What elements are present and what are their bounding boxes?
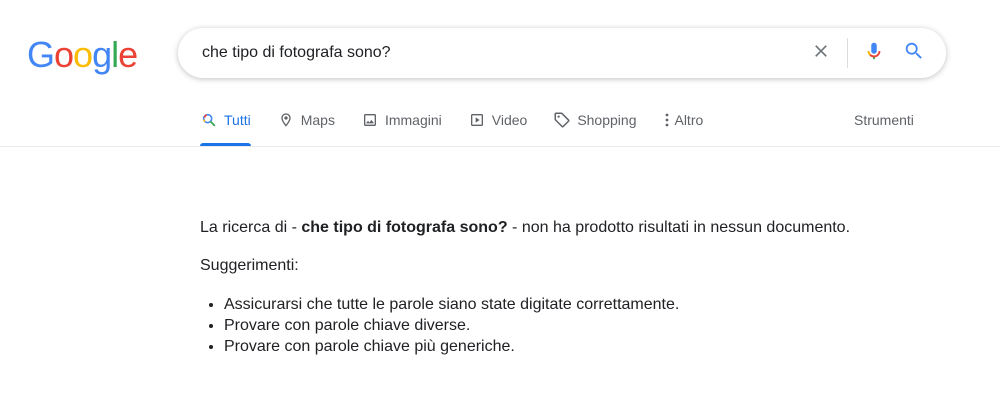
search-button[interactable] — [894, 33, 934, 73]
suggestion-item: Assicurarsi che tutte le parole siano st… — [224, 294, 960, 315]
play-icon — [468, 111, 486, 129]
suggestion-item: Provare con parole chiave diverse. — [224, 315, 960, 336]
tab-label: Shopping — [577, 112, 637, 128]
no-results-text: La ricerca di - che tipo di fotografa so… — [200, 218, 960, 238]
clear-button[interactable] — [801, 33, 841, 73]
search-results-page: Google che tipo di fotografa sono? Tutti… — [0, 0, 1000, 400]
tools-label: Strumenti — [854, 112, 914, 128]
tabs-divider — [0, 146, 1000, 147]
search-box-divider — [847, 38, 848, 68]
tab-shopping[interactable]: Shopping — [553, 104, 636, 136]
google-logo[interactable]: Google — [27, 33, 138, 77]
tab-label: Video — [491, 112, 528, 128]
search-tabs: Tutti Maps Immagini Video Shopping Altro — [200, 104, 729, 146]
more-vertical-icon — [662, 111, 672, 129]
tab-maps[interactable]: Maps — [277, 104, 335, 136]
tab-label: Altro — [674, 112, 704, 128]
suggestion-item: Provare con parole chiave più generiche. — [224, 336, 960, 357]
close-icon — [811, 41, 831, 66]
suggestions-list: Assicurarsi che tutte le parole siano st… — [200, 294, 960, 357]
search-input[interactable] — [200, 27, 801, 79]
tab-label: Maps — [300, 112, 335, 128]
suggestions-title: Suggerimenti: — [200, 257, 299, 274]
logo-letter: g — [92, 34, 112, 75]
image-icon — [361, 111, 379, 129]
logo-letter: o — [73, 34, 93, 75]
microphone-icon — [863, 40, 885, 67]
tab-video[interactable]: Video — [468, 104, 528, 136]
no-results-query: che tipo di fotografa sono? — [301, 219, 508, 236]
search-icon — [200, 111, 218, 129]
tab-immagini[interactable]: Immagini — [361, 104, 442, 136]
search-icon — [903, 40, 925, 67]
map-pin-icon — [277, 111, 295, 129]
no-results-suffix: - non ha prodotto risultati in nessun do… — [507, 219, 851, 236]
tab-label: Tutti — [224, 112, 251, 128]
no-results-message: La ricerca di - che tipo di fotografa so… — [200, 218, 960, 357]
tag-icon — [553, 111, 571, 129]
voice-search-button[interactable] — [854, 33, 894, 73]
search-box — [178, 27, 946, 79]
logo-letter: G — [27, 34, 55, 75]
logo-letter: o — [54, 34, 74, 75]
no-results-prefix: La ricerca di - — [200, 219, 302, 236]
tab-tutti[interactable]: Tutti — [200, 104, 251, 146]
tab-label: Immagini — [384, 112, 442, 128]
logo-letter: e — [118, 34, 138, 75]
tab-altro[interactable]: Altro — [662, 104, 703, 136]
tools-button[interactable]: Strumenti — [854, 104, 914, 136]
